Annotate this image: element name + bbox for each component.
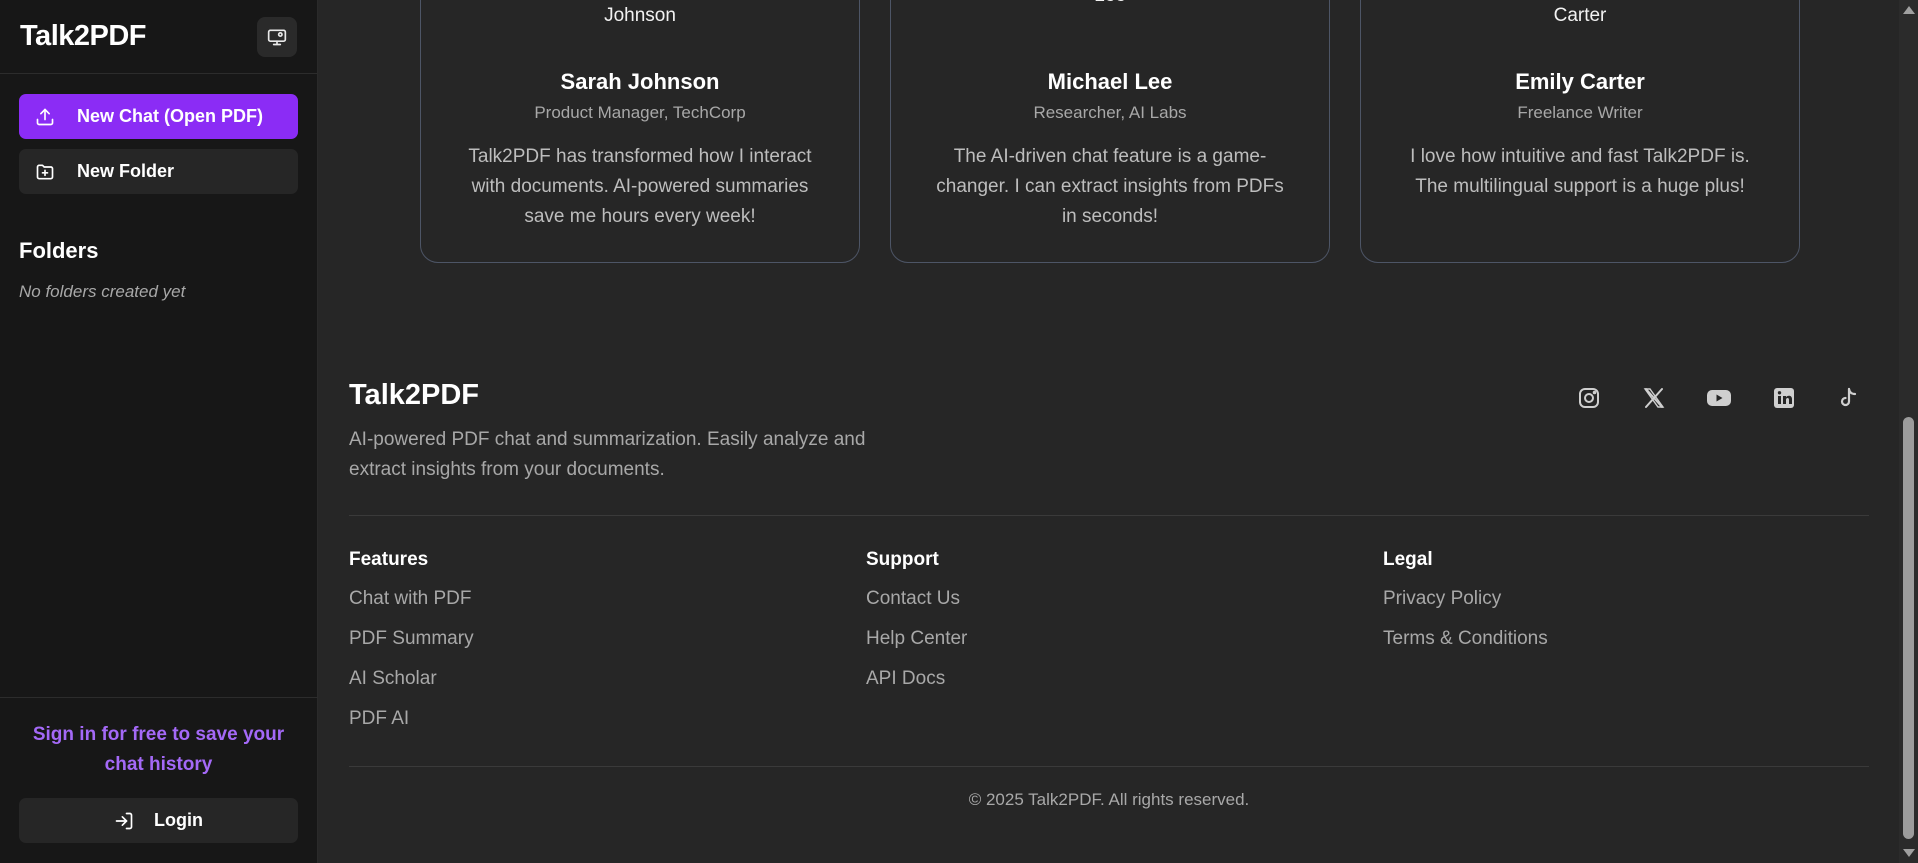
sidebar-brand: Talk2PDF — [20, 20, 147, 52]
login-button[interactable]: Login — [19, 798, 298, 843]
scroll-down-icon[interactable] — [1903, 849, 1915, 857]
footer-link[interactable]: Contact Us — [866, 587, 967, 610]
footer-link[interactable]: Help Center — [866, 627, 967, 650]
youtube-link[interactable] — [1703, 382, 1735, 414]
page-scrollbar[interactable] — [1899, 0, 1918, 863]
new-chat-label: New Chat (Open PDF) — [77, 106, 264, 126]
toggle-sidebar-button[interactable] — [257, 16, 297, 57]
login-label: Login — [154, 810, 203, 830]
testimonial-image-alt: Johnson — [604, 5, 676, 26]
social-links — [1573, 382, 1865, 414]
sidebar-header: Talk2PDF — [0, 0, 317, 74]
linkedin-link[interactable] — [1768, 382, 1800, 414]
footer-bottom-divider — [349, 766, 1869, 767]
footer-column-title: Support — [866, 549, 939, 570]
testimonial-role: Freelance Writer — [1517, 103, 1643, 122]
footer-link[interactable]: Chat with PDF — [349, 587, 474, 610]
testimonial-role: Product Manager, TechCorp — [534, 103, 746, 122]
testimonial-name: Sarah Johnson — [560, 69, 720, 94]
testimonial-card: Michael Lee Michael Lee Researcher, AI L… — [890, 0, 1330, 263]
folder-plus-icon — [36, 164, 54, 179]
footer-link[interactable]: Terms & Conditions — [1383, 627, 1548, 650]
login-icon — [115, 812, 133, 829]
footer-link[interactable]: PDF AI — [349, 707, 474, 730]
testimonial-quote: Talk2PDF has transformed how I interact … — [468, 146, 812, 227]
footer-column-title: Features — [349, 549, 429, 570]
testimonial-image-alt: Michael Lee — [891, 0, 1329, 11]
signin-prompt[interactable]: Sign in for free to save your chat histo… — [19, 720, 298, 780]
testimonial-card: Johnson Sarah Johnson Product Manager, T… — [420, 0, 860, 263]
footer-brand: Talk2PDF — [349, 379, 480, 411]
instagram-link[interactable] — [1573, 382, 1605, 414]
main-content: Johnson Sarah Johnson Product Manager, T… — [319, 0, 1899, 863]
footer-link[interactable]: API Docs — [866, 667, 967, 690]
footer-column-legal: Legal Privacy Policy Terms & Conditions — [1383, 549, 1548, 667]
x-link[interactable] — [1638, 382, 1670, 414]
testimonial-quote: I love how intuitive and fast Talk2PDF i… — [1410, 146, 1750, 197]
footer-link[interactable]: PDF Summary — [349, 627, 474, 650]
tiktok-link[interactable] — [1833, 382, 1865, 414]
x-icon — [1643, 388, 1665, 408]
footer-divider — [349, 515, 1869, 516]
upload-icon — [36, 108, 54, 125]
footer-link[interactable]: AI Scholar — [349, 667, 474, 690]
testimonial-image-alt: Carter — [1553, 5, 1607, 26]
tiktok-icon — [1840, 387, 1857, 407]
testimonial-name: Michael Lee — [1047, 69, 1173, 94]
footer-column-title: Legal — [1383, 549, 1433, 570]
folders-empty-text: No folders created yet — [19, 282, 186, 301]
testimonial-quote: The AI-driven chat feature is a game-cha… — [936, 146, 1284, 227]
scroll-up-icon[interactable] — [1903, 6, 1915, 14]
testimonial-card: Carter Emily Carter Freelance Writer I l… — [1360, 0, 1800, 263]
linkedin-icon — [1774, 388, 1794, 408]
folders-heading: Folders — [19, 238, 99, 263]
testimonial-name: Emily Carter — [1515, 69, 1645, 94]
footer-link[interactable]: Privacy Policy — [1383, 587, 1548, 610]
scrollbar-thumb[interactable] — [1903, 417, 1914, 839]
monitor-settings-icon — [267, 29, 287, 45]
footer-description: AI-powered PDF chat and summarization. E… — [349, 429, 866, 480]
new-folder-label: New Folder — [77, 161, 175, 181]
testimonial-role: Researcher, AI Labs — [1033, 103, 1187, 122]
sidebar-footer: Sign in for free to save your chat histo… — [0, 697, 318, 863]
sidebar: Talk2PDF New Chat (Open PDF) New Folder … — [0, 0, 318, 863]
instagram-icon — [1579, 388, 1599, 408]
footer-column-support: Support Contact Us Help Center API Docs — [866, 549, 967, 707]
youtube-icon — [1707, 390, 1731, 406]
footer-column-features: Features Chat with PDF PDF Summary AI Sc… — [349, 549, 474, 747]
copyright-text: © 2025 Talk2PDF. All rights reserved. — [968, 790, 1250, 809]
new-chat-button[interactable]: New Chat (Open PDF) — [19, 94, 298, 139]
new-folder-button[interactable]: New Folder — [19, 149, 298, 194]
